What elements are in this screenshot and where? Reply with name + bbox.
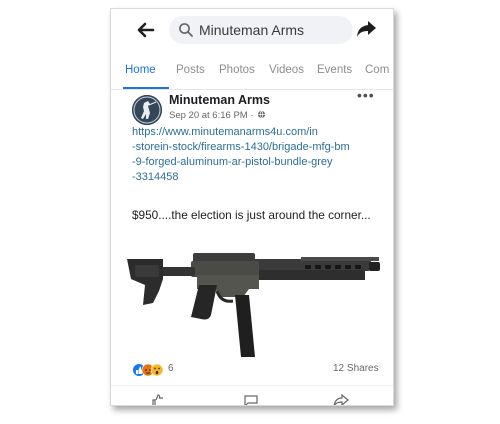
tab-photos[interactable]: Photos	[219, 64, 255, 76]
like-button-icon[interactable]	[151, 394, 167, 406]
tab-community[interactable]: Com	[365, 64, 389, 76]
reaction-icons	[133, 363, 164, 377]
wow-reaction-icon	[150, 363, 164, 377]
shares-count[interactable]: 12 Shares	[333, 363, 379, 374]
globe-icon	[258, 110, 266, 119]
tab-home[interactable]: Home	[125, 64, 156, 76]
link-line[interactable]: -storein-stock/firearms-1430/brigade-mfg…	[132, 140, 382, 155]
reaction-count: 6	[168, 363, 174, 374]
minuteman-logo-icon	[132, 95, 162, 125]
link-line[interactable]: -9-forged-aluminum-ar-pistol-bundle-grey	[132, 155, 382, 170]
back-arrow-icon[interactable]	[133, 17, 159, 43]
post-timestamp[interactable]: Sep 20 at 6:16 PM	[169, 110, 248, 121]
post-link[interactable]: https://www.minutemanarms4u.com/in -stor…	[132, 125, 382, 185]
search-input[interactable]: Minuteman Arms	[169, 16, 353, 44]
top-bar: Minuteman Arms	[111, 9, 393, 51]
tab-videos[interactable]: Videos	[269, 64, 304, 76]
search-icon	[179, 23, 193, 37]
share-button-icon[interactable]	[333, 394, 349, 406]
pistol-photo	[127, 253, 380, 357]
link-line[interactable]: https://www.minutemanarms4u.com/in	[132, 125, 382, 140]
action-bar	[111, 385, 393, 406]
tab-posts[interactable]: Posts	[176, 64, 205, 76]
tab-events[interactable]: Events	[317, 64, 352, 76]
more-icon[interactable]: •••	[357, 87, 375, 103]
comment-button-icon[interactable]	[243, 394, 259, 406]
post-meta: Sep 20 at 6:16 PM ·	[169, 110, 266, 121]
avatar[interactable]	[132, 95, 162, 125]
phone-screen: Minuteman Arms Home Posts Photos Videos …	[110, 8, 394, 406]
post-image[interactable]	[125, 245, 383, 361]
search-query: Minuteman Arms	[199, 22, 305, 38]
meta-separator: ·	[247, 110, 257, 121]
page-tabs: Home Posts Photos Videos Events Com	[111, 55, 393, 90]
post-author[interactable]: Minuteman Arms	[169, 93, 270, 107]
share-icon[interactable]	[355, 18, 377, 40]
post-text: $950....the election is just around the …	[132, 208, 371, 222]
link-line[interactable]: -3314458	[132, 170, 382, 185]
active-tab-indicator	[123, 87, 169, 89]
